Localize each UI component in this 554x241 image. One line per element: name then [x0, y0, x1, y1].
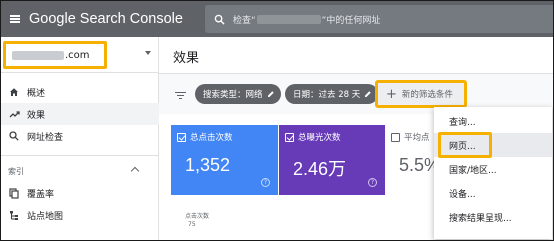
sidebar-divider — [1, 155, 159, 156]
filter-chip-date[interactable]: 日期：过去 28 天 — [285, 84, 379, 104]
checkbox-checked-icon[interactable] — [177, 133, 186, 142]
new-filter-button[interactable]: + 新的筛选条件 — [375, 80, 467, 108]
home-icon — [1, 87, 27, 97]
checkbox-checked-icon[interactable] — [285, 133, 294, 142]
menu-item-search-appearance[interactable]: 搜索结果呈现... — [434, 205, 552, 229]
sidebar-item-overview[interactable]: 概述 — [1, 81, 159, 103]
redacted-property-name — [12, 50, 64, 60]
sidebar-section-index[interactable]: 索引 — [1, 162, 159, 180]
property-suffix: .com — [65, 49, 90, 61]
metric-card-clicks[interactable]: 总点击次数 1,352 ? — [171, 125, 278, 195]
sidebar-item-coverage[interactable]: 覆盖率 — [1, 182, 159, 204]
url-inspection-search[interactable]: 检查“ ”中的任何网址 — [205, 5, 553, 33]
top-bar: Google Search Console 检查“ ”中的任何网址 — [1, 1, 553, 37]
sidebar-item-sitemaps[interactable]: 站点地图 — [1, 204, 159, 226]
chart-tick-label: 75 — [188, 221, 196, 228]
property-highlight: .com — [3, 41, 107, 69]
search-placeholder: 检查“ ”中的任何网址 — [233, 14, 381, 26]
app-frame: Google Search Console 检查“ ”中的任何网址 .com 概述 — [0, 0, 554, 241]
app-title[interactable]: Google Search Console — [29, 11, 183, 27]
property-selector[interactable]: .com — [1, 37, 159, 73]
filter-list-icon[interactable] — [175, 92, 186, 102]
menu-item-country[interactable]: 国家/地区... — [434, 157, 552, 181]
chevron-up-icon — [130, 166, 140, 176]
edit-pencil-icon — [364, 90, 372, 98]
redacted-domain — [256, 14, 321, 24]
sitemap-icon — [1, 210, 27, 221]
menu-item-query[interactable]: 查询... — [434, 109, 552, 133]
checkbox-unchecked-icon[interactable] — [391, 133, 400, 142]
edit-pencil-icon — [267, 90, 275, 98]
help-icon[interactable]: ? — [261, 178, 270, 187]
menu-item-device[interactable]: 设备... — [434, 181, 552, 205]
metric-card-impressions[interactable]: 总曝光次数 2.46万 ? — [279, 125, 385, 195]
sidebar-item-url-inspection[interactable]: 网址检查 — [1, 125, 159, 147]
filter-chip-search-type[interactable]: 搜索类型：网络 — [195, 84, 281, 104]
dropdown-caret-icon[interactable] — [145, 51, 151, 55]
search-icon — [1, 131, 27, 141]
trending-up-icon — [1, 109, 27, 119]
new-filter-dropdown-menu: 查询... 网页... 国家/地区... 设备... 搜索结果呈现... — [434, 107, 552, 239]
plus-icon: + — [386, 86, 397, 102]
chart-axis-label: 点击次数 — [185, 213, 210, 220]
page-title: 效果 — [173, 51, 200, 66]
sidebar: .com 概述 效果 网址检查 索引 覆盖率 站点地图 — [1, 37, 159, 240]
page-option-highlight — [438, 132, 492, 158]
search-icon — [205, 5, 233, 33]
sidebar-item-performance[interactable]: 效果 — [1, 103, 159, 125]
help-icon[interactable]: ? — [368, 178, 377, 187]
file-copy-icon — [1, 187, 27, 199]
hamburger-menu-icon[interactable] — [1, 1, 29, 37]
